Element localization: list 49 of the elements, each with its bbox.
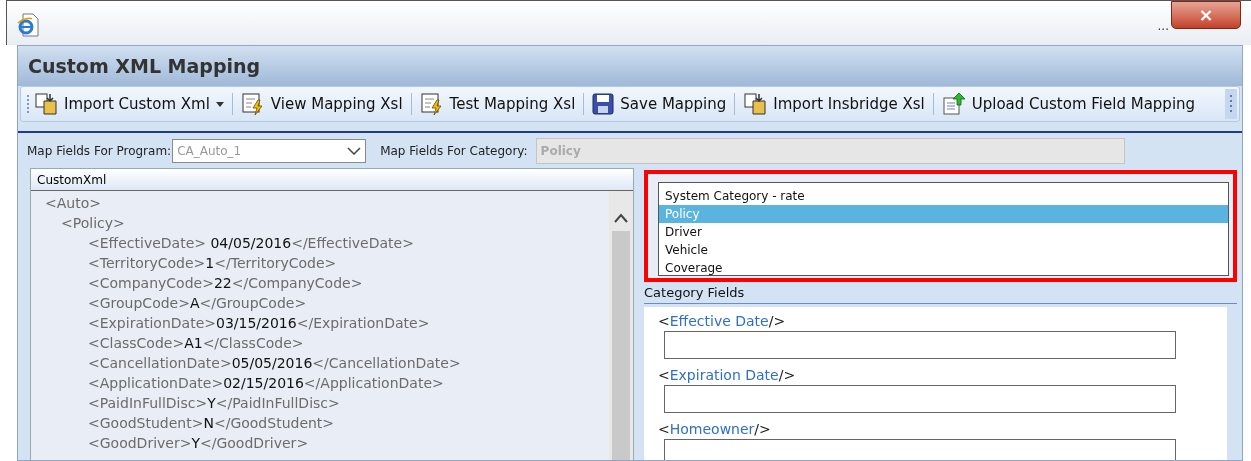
toolbar-button[interactable]: Save Mapping [588, 89, 731, 119]
xml-line: <GoodDriver>Y</GoodDriver> [87, 434, 309, 453]
import-icon [743, 92, 768, 116]
save-icon [592, 93, 615, 115]
upload-icon [941, 92, 966, 116]
xml-line: <Policy> [60, 214, 125, 233]
grip-icon [27, 94, 30, 114]
toolbar-button[interactable]: Upload Custom Field Mapping [937, 89, 1200, 119]
category-label: Map Fields For Category: [380, 142, 528, 160]
scroll-up-icon[interactable] [613, 213, 629, 223]
category-option[interactable]: System Category - rate [659, 187, 1228, 205]
caret-icon [215, 101, 224, 107]
xml-line: <PaidInFullDisc>Y</PaidInFullDisc> [87, 394, 340, 413]
panel-title: Custom XML Mapping [18, 46, 1242, 86]
import-icon [34, 92, 58, 116]
input-field[interactable] [664, 385, 1176, 413]
xml-line: <TerritoryCode>1</TerritoryCode> [87, 254, 337, 273]
xml-line: <GoodStudent>N</GoodStudent> [87, 414, 335, 433]
category-field: Policy [535, 137, 1125, 164]
category-option[interactable]: Vehicle [659, 241, 1228, 259]
ellipsis-text: ... [1157, 18, 1169, 35]
program-label: Map Fields For Program: [27, 142, 172, 160]
document-lightning-icon [419, 92, 444, 116]
field-label: <Expiration Date/> [658, 366, 796, 385]
xml-line: <ApplicationDate>02/15/2016</ApplicationDate> [87, 374, 444, 393]
field-label: <Effective Date/> [658, 312, 786, 331]
chevron-down-icon [347, 146, 362, 155]
toolbar-button[interactable]: Import Insbridge Xsl [739, 89, 929, 119]
xml-line: <GroupCode>A</GroupCode> [87, 294, 307, 313]
input-field[interactable] [664, 439, 1176, 460]
xml-line: <Auto> [45, 194, 101, 213]
xml-line: <EffectiveDate> 04/05/2016</EffectiveDate> [87, 234, 414, 253]
xml-line: <CancellationDate>05/05/2016</CancellationDate> [87, 354, 461, 373]
toolbar-button[interactable]: Test Mapping Xsl [415, 89, 580, 119]
column-header: CustomXml [31, 169, 633, 191]
toolbar-button[interactable]: View Mapping Xsl [236, 89, 407, 119]
document-lightning-icon [240, 92, 265, 116]
section-header: Category Fields [644, 282, 1237, 304]
field-label: <Homeowner/> [658, 420, 771, 439]
toolbar-button[interactable]: Import Custom Xml [30, 89, 228, 119]
scrollbar[interactable] [609, 191, 633, 460]
category-option[interactable]: Driver [659, 223, 1228, 241]
input-field[interactable] [664, 331, 1176, 359]
browser-icon [17, 13, 39, 37]
xml-line: <ClassCode>A1</ClassCode> [87, 334, 304, 353]
xml-line: <CompanyCode>22</CompanyCode> [87, 274, 363, 293]
category-option[interactable]: Coverage [659, 259, 1228, 275]
xml-line: <ExpirationDate>03/15/2016</ExpirationDate> [87, 314, 430, 333]
overflow-grip-icon[interactable] [1225, 89, 1237, 119]
